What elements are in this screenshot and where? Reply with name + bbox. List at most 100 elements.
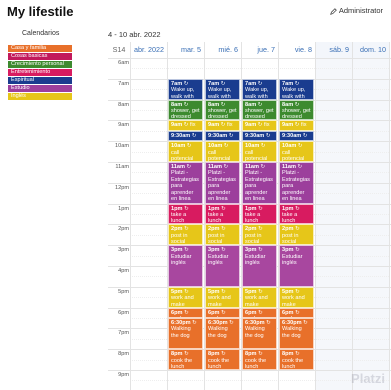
event-time: 5pm — [171, 288, 183, 295]
calendar-event[interactable]: 1pm ↻ take a lunch — [168, 203, 203, 225]
calendar-event[interactable]: 9:30am ↻ — [279, 130, 314, 142]
event-title: post in social — [282, 232, 299, 246]
day-header[interactable]: jue. 7 — [241, 42, 278, 58]
event-time: 9am — [282, 122, 294, 129]
calendar-event[interactable]: 7am ↻ Wake up, walk with — [205, 78, 240, 100]
calendar-item[interactable]: Entretenimiento — [8, 69, 72, 76]
calendar-event[interactable]: 8am ↻ shower, get dressed — [205, 99, 240, 121]
calendar-event[interactable]: 6:30pm ↻ Walking the dog — [279, 318, 314, 350]
calendar-event[interactable]: 6:30pm ↻ Walking the dog — [242, 318, 277, 350]
calendar-event[interactable]: 8pm ↻ cook the lunch — [242, 349, 277, 370]
repeat-icon: ↻ — [256, 309, 263, 316]
calendar-event[interactable]: 3pm ↻ Estudiar inglés — [279, 245, 314, 287]
calendar-event[interactable]: 2pm ↻ post in social — [205, 224, 240, 246]
day-header[interactable]: vie. 8 — [278, 42, 315, 58]
calendar-event[interactable]: 6pm ↻ cook — [242, 307, 277, 318]
calendar-event[interactable]: 1pm ↻ take a lunch — [242, 203, 277, 225]
day-header[interactable]: abr. 2022 — [130, 42, 167, 58]
calendar-event[interactable]: 1pm ↻ take a lunch — [279, 203, 314, 225]
calendar-event[interactable]: 8pm ↻ cook the lunch — [205, 349, 240, 370]
week-number: S14 — [112, 45, 126, 54]
calendar-item[interactable]: Inglés — [8, 93, 72, 100]
calendar-event[interactable]: 9:30am ↻ — [242, 130, 277, 142]
hour-line — [108, 58, 391, 59]
calendar-item[interactable]: Casa y familia — [8, 45, 72, 52]
event-title: shower, get dressed — [282, 108, 311, 121]
calendar-item[interactable]: Espiritual — [8, 77, 72, 84]
calendar-event[interactable]: 5pm ↻ work and make — [279, 286, 314, 308]
calendar-event[interactable]: 7am ↻ Wake up, walk with — [168, 78, 203, 100]
repeat-icon: ↻ — [256, 101, 263, 108]
calendar-event[interactable]: 6pm ↻ cook — [205, 307, 240, 318]
calendar-event[interactable]: 11am ↻ Platzi - Estrategias para aprende… — [242, 162, 277, 204]
calendar-event[interactable]: 8pm ↻ cook the lunch — [168, 349, 203, 370]
day-header[interactable]: sáb. 9 — [315, 42, 352, 58]
calendar-event[interactable]: 6:30pm ↻ Walking the dog — [205, 318, 240, 350]
calendar-event[interactable]: 6:30pm ↻ Walking the dog — [168, 318, 203, 350]
calendar-event[interactable]: 10am ↻ call potencial — [242, 141, 277, 162]
app-title: My lifestile — [7, 4, 74, 19]
calendar-event[interactable]: 11am ↻ Platzi - Estrategias para aprende… — [279, 162, 314, 204]
event-title: cook the lunch — [245, 357, 267, 370]
event-time: 2pm — [208, 226, 220, 233]
event-title: Walking the dog — [282, 326, 302, 339]
calendar-item[interactable]: Crecimiento personal — [8, 61, 72, 68]
calendar-event[interactable]: 9:30am ↻ — [205, 130, 240, 142]
time-label: 10am — [115, 143, 129, 150]
calendar-event[interactable]: 2pm ↻ post in social — [279, 224, 314, 246]
calendar-event[interactable]: 1pm ↻ take a lunch — [205, 203, 240, 225]
calendar-event[interactable]: 9am ↻ fix — [168, 120, 203, 131]
calendar-event[interactable]: 5pm ↻ work and make — [168, 286, 203, 308]
calendar-event[interactable]: 6pm ↻ cook — [279, 307, 314, 318]
calendar-event[interactable]: 9am ↻ fix — [279, 120, 314, 131]
calendar-event[interactable]: 11am ↻ Platzi - Estrategias para aprende… — [205, 162, 240, 204]
calendar-item[interactable]: Estudio — [8, 85, 72, 92]
watermark: Platzi — [351, 371, 385, 386]
day-divider — [352, 42, 353, 390]
calendar-event[interactable]: 5pm ↻ work and make — [242, 286, 277, 308]
calendar-event[interactable]: 10am ↻ call potencial — [205, 141, 240, 162]
repeat-icon: ↻ — [219, 205, 226, 212]
repeat-icon: ↻ — [222, 164, 229, 170]
event-time: 8am — [208, 101, 220, 108]
week-range: 4 - 10 abr. 2022 — [108, 30, 161, 39]
day-divider — [315, 42, 316, 390]
calendar-event[interactable]: 3pm ↻ Estudiar inglés — [168, 245, 203, 287]
repeat-icon: ↻ — [293, 101, 300, 108]
calendar-event[interactable]: 7am ↻ Wake up, walk with — [279, 78, 314, 100]
calendar-event[interactable]: 8am ↻ shower, get dressed — [168, 99, 203, 121]
calendar-event[interactable]: 11am ↻ Platzi - Estrategias para aprende… — [168, 162, 203, 204]
calendar-event[interactable]: 7am ↻ Wake up, walk with — [242, 78, 277, 100]
event-title: fix — [301, 122, 307, 129]
calendar-event[interactable]: 10am ↻ call potencial — [279, 141, 314, 162]
calendar-list: Casa y familia Cosas basicas Crecimiento p… — [8, 45, 72, 101]
calendar-event[interactable]: 8pm ↻ cook the lunch — [279, 349, 314, 370]
event-title: Walking the dog — [245, 326, 265, 339]
calendar-event[interactable]: 8am ↻ shower, get dressed — [242, 99, 277, 121]
calendar-event[interactable]: 9:30am ↻ — [168, 130, 203, 142]
calendar-event[interactable]: 3pm ↻ Estudiar inglés — [205, 245, 240, 287]
event-time: 7am — [171, 80, 183, 87]
calendar-event[interactable]: 2pm ↻ post in social — [242, 224, 277, 246]
repeat-icon: ↻ — [256, 122, 264, 129]
day-header[interactable]: mié. 6 — [204, 42, 241, 58]
calendar-event[interactable]: 6pm ↻ cook — [168, 307, 203, 318]
event-time: 7am — [245, 80, 257, 87]
repeat-icon: ↻ — [264, 320, 271, 326]
week-grid[interactable]: S14 abr. 2022 mar. 5 mié. 6 jue. 7 vie. 8 sáb.… — [108, 42, 391, 390]
calendar-event[interactable]: 9am ↻ fix — [242, 120, 277, 131]
admin-link[interactable]: Administrator — [329, 6, 383, 15]
time-label: 1pm — [118, 205, 129, 212]
calendar-event[interactable]: 5pm ↻ work and make — [205, 286, 240, 308]
calendar-event[interactable]: 3pm ↻ Estudiar inglés — [242, 245, 277, 287]
day-header[interactable]: mar. 5 — [167, 42, 204, 58]
time-label: 4pm — [118, 268, 129, 274]
calendar-event[interactable]: 9am ↻ fix — [205, 120, 240, 131]
event-title: Estudiar inglés — [208, 253, 229, 266]
event-title: call potencial — [208, 149, 231, 162]
calendar-event[interactable]: 10am ↻ call potencial — [168, 141, 203, 162]
calendar-item[interactable]: Cosas basicas — [8, 53, 72, 60]
calendar-event[interactable]: 2pm ↻ post in social — [168, 224, 203, 246]
calendar-event[interactable]: 8am ↻ shower, get dressed — [279, 99, 314, 121]
day-header[interactable]: dom. 10 — [352, 42, 389, 58]
